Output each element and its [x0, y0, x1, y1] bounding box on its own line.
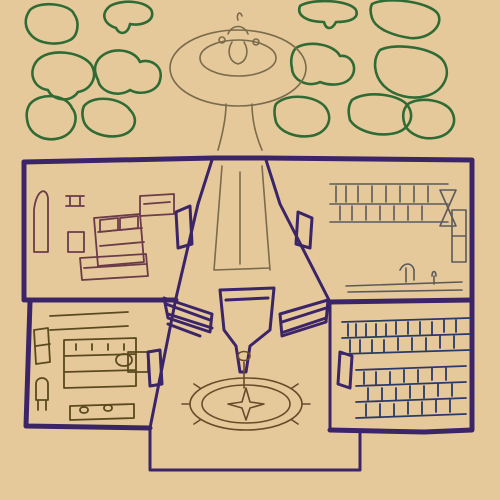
tree-icon: [297, 0, 358, 30]
garden-area[interactable]: [24, 0, 456, 151]
bench-right: [278, 298, 330, 338]
side-cabinet: [451, 209, 467, 263]
kitchen-area[interactable]: [33, 311, 149, 421]
tree-icon: [103, 0, 154, 35]
light-beam: [213, 165, 271, 271]
stove-knobs: [75, 343, 125, 351]
bedroom-area[interactable]: [33, 190, 175, 281]
stove-icon: [63, 337, 137, 389]
tree-icon: [81, 97, 137, 138]
library-area[interactable]: [341, 317, 471, 419]
workshop-area[interactable]: [329, 183, 467, 293]
tree-icon: [273, 95, 331, 138]
side-table: [139, 193, 175, 217]
fountain-outer-ring: [169, 29, 307, 107]
fountain-area[interactable]: [169, 12, 307, 107]
map-svg: [21, 0, 475, 472]
bookshelf-icon: [341, 317, 471, 355]
fountain-icon: [227, 12, 249, 65]
house-map: [0, 0, 500, 500]
wardrobe: [33, 190, 49, 253]
books: [363, 367, 453, 417]
tree-icon: [25, 94, 77, 141]
shelf: [65, 195, 85, 207]
tree-icon: [289, 42, 356, 86]
workbench: [345, 281, 463, 293]
chair-icon: [35, 377, 49, 411]
chest: [79, 253, 149, 281]
plate-icon: [79, 404, 113, 414]
tree-icon: [373, 45, 449, 99]
hall-wall-bottom: [148, 426, 362, 472]
compass-icon: [227, 387, 265, 421]
shelf-icon: [329, 183, 449, 223]
house-walls: [21, 155, 475, 435]
tool-icon: [399, 263, 415, 283]
tree-icon: [93, 49, 162, 95]
outer-wall: [21, 155, 475, 435]
pantry-shelf: [33, 327, 51, 365]
inner-wall: [327, 427, 427, 435]
tree-icon: [347, 93, 413, 136]
hall-wall-left: [24, 158, 214, 430]
bed-icon: [93, 213, 145, 267]
tree-icon: [369, 0, 441, 40]
tree-icon: [24, 2, 79, 45]
shelf-items: [335, 185, 429, 221]
fountain-basin: [199, 39, 277, 77]
bedside-table: [67, 231, 85, 253]
hourglass-icon: [439, 189, 457, 227]
counter: [49, 311, 129, 331]
tree-icon: [31, 51, 96, 101]
pillow: [119, 215, 139, 231]
column-icon: [336, 350, 354, 390]
pillow: [99, 217, 119, 233]
cauldron-icon: [115, 353, 133, 367]
garden-path: [217, 103, 263, 151]
